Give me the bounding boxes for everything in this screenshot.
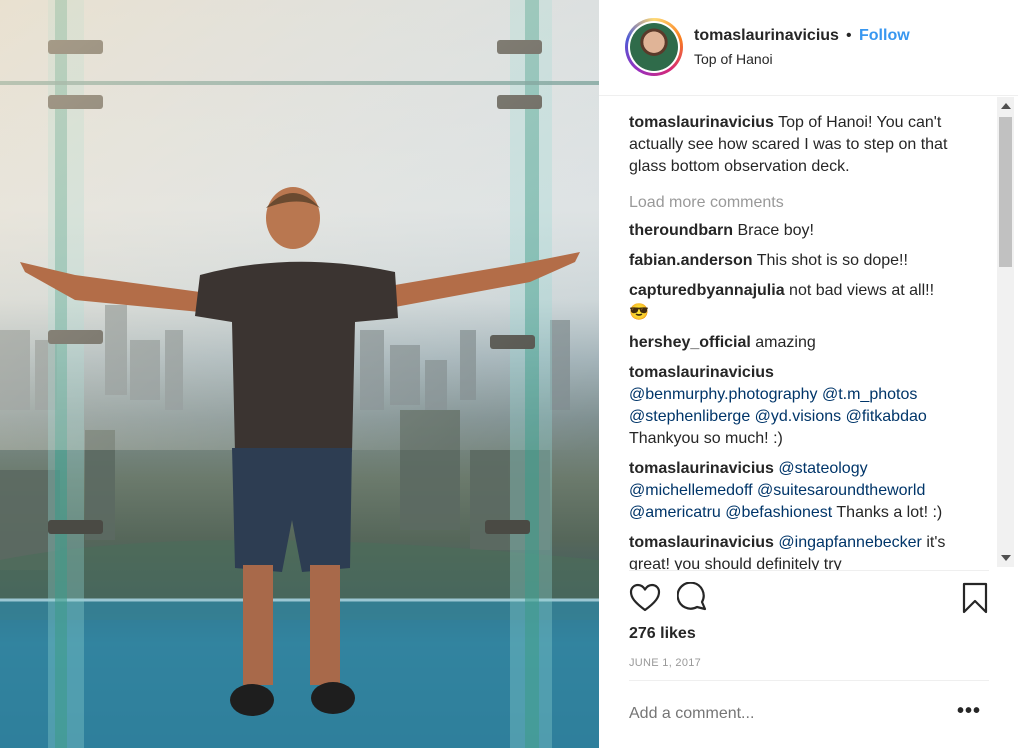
comment-username[interactable]: fabian.anderson (629, 252, 753, 269)
post-photo[interactable] (0, 0, 599, 748)
caption-username[interactable]: tomaslaurinavicius (629, 114, 774, 131)
comment-item: hershey_official amazing (629, 332, 964, 354)
post-panel: tomaslaurinavicius • Follow Top of Hanoi… (599, 0, 1018, 748)
comment-text: Thanks a lot! :) (836, 504, 943, 521)
location-link[interactable]: Top of Hanoi (694, 51, 773, 67)
comment-text: Brace boy! (737, 222, 814, 239)
comment-username[interactable]: capturedbyannajulia (629, 282, 785, 299)
avatar-image (630, 23, 678, 71)
comment-item: tomaslaurinavicius @ingapfannebecker it'… (629, 532, 964, 570)
comment-username[interactable]: tomaslaurinavicius (629, 534, 774, 551)
divider (629, 570, 989, 571)
avatar[interactable] (625, 18, 683, 76)
comment-username[interactable]: tomaslaurinavicius (629, 460, 774, 477)
comments-list[interactable]: tomaslaurinavicius Top of Hanoi! You can… (629, 112, 964, 570)
comment-item: tomaslaurinavicius @benmurphy.photograph… (629, 362, 964, 450)
divider (629, 680, 989, 681)
comment-text: Thankyou so much! :) (629, 430, 783, 447)
more-options-button[interactable]: ••• (957, 700, 981, 723)
comment-text: not bad views at all!! (789, 282, 935, 299)
comment-mentions[interactable]: @ingapfannebecker (778, 534, 921, 551)
load-more-comments[interactable]: Load more comments (629, 192, 964, 214)
comment-item: capturedbyannajulia not bad views at all… (629, 280, 964, 324)
scroll-down-arrow-icon[interactable] (1001, 555, 1011, 561)
heart-icon[interactable] (629, 583, 661, 613)
header-separator: • (846, 27, 852, 44)
post-date: JUNE 1, 2017 (629, 657, 702, 669)
add-comment-input[interactable] (629, 705, 929, 723)
scroll-thumb[interactable] (999, 117, 1012, 267)
sunglasses-emoji-icon: 😎 (629, 304, 649, 321)
scroll-up-arrow-icon[interactable] (1001, 103, 1011, 109)
post-header: tomaslaurinavicius • Follow Top of Hanoi (599, 0, 1018, 96)
caption: tomaslaurinavicius Top of Hanoi! You can… (629, 112, 964, 178)
comment-item: theroundbarn Brace boy! (629, 220, 964, 242)
comment-item: tomaslaurinavicius @stateology @michelle… (629, 458, 964, 524)
bookmark-icon[interactable] (961, 582, 989, 614)
comment-icon[interactable] (677, 582, 709, 614)
comment-text: amazing (755, 334, 816, 351)
comment-username[interactable]: tomaslaurinavicius (629, 364, 774, 381)
comment-mentions[interactable]: @benmurphy.photography @t.m_photos @step… (629, 386, 927, 425)
comment-item: fabian.anderson This shot is so dope!! (629, 250, 964, 272)
photo-illustration (0, 0, 599, 748)
header-username[interactable]: tomaslaurinavicius (694, 27, 839, 45)
comment-text: This shot is so dope!! (756, 252, 908, 269)
comment-username[interactable]: hershey_official (629, 334, 751, 351)
follow-button[interactable]: Follow (859, 27, 910, 45)
comment-username[interactable]: theroundbarn (629, 222, 733, 239)
likes-count[interactable]: 276 likes (629, 625, 696, 643)
comments-scrollbar[interactable] (997, 97, 1014, 567)
